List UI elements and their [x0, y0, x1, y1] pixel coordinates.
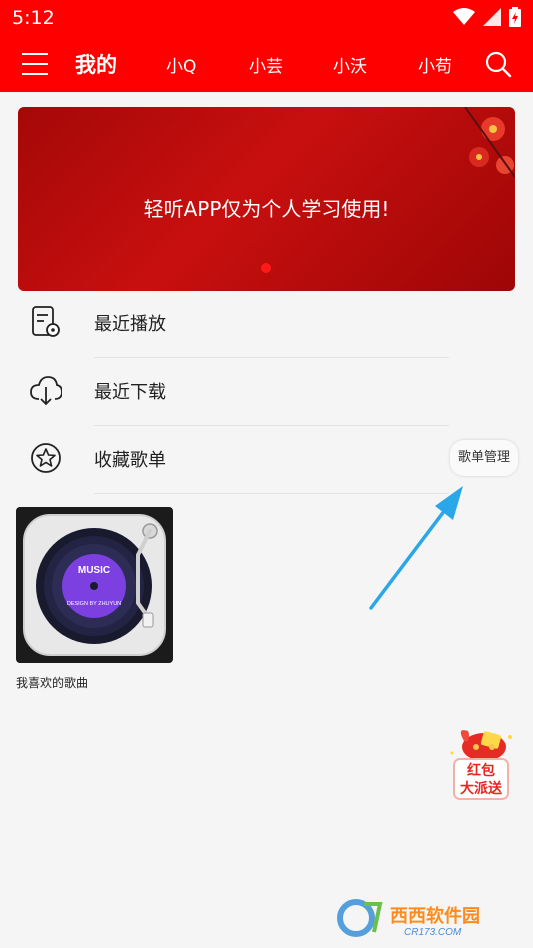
- recent-play-icon: [32, 306, 60, 337]
- playlist-cover[interactable]: MUSIC DESIGN BY ZHUYUN: [16, 507, 173, 663]
- tab-xiaogou[interactable]: 小苟: [418, 52, 452, 77]
- status-time: 5:12: [12, 7, 55, 29]
- red-packet-badge[interactable]: 红包 大派送: [446, 727, 516, 801]
- menu-item-recent-download[interactable]: 最近下载: [0, 358, 533, 426]
- download-icon: [30, 376, 62, 406]
- status-icons: [453, 7, 521, 27]
- playlist-manage-button[interactable]: 歌单管理: [450, 440, 518, 476]
- menu-label-favorite-playlists: 收藏歌单: [94, 450, 166, 471]
- status-bar: 5:12: [0, 0, 533, 36]
- search-icon[interactable]: [484, 50, 512, 78]
- banner-text: 轻听APP仅为个人学习使用!: [143, 197, 390, 221]
- pointer-arrow-icon: [369, 486, 463, 610]
- menu-icon[interactable]: [22, 53, 48, 75]
- cover-text-main: MUSIC: [78, 565, 110, 576]
- banner-indicator: [261, 263, 271, 273]
- plum-blossom-icon: [464, 107, 515, 178]
- cover-text-sub: DESIGN BY ZHUYUN: [67, 601, 121, 607]
- cr173-logo-icon: 西西软件园 CR173.COM: [337, 899, 480, 938]
- playlist-title[interactable]: 我喜欢的歌曲: [16, 674, 88, 691]
- banner[interactable]: 轻听APP仅为个人学习使用!: [18, 107, 515, 291]
- battery-icon: [509, 7, 521, 27]
- tab-xiaowo[interactable]: 小沃: [333, 52, 367, 77]
- watermark-logo: 西西软件园 CR173.COM: [334, 898, 514, 938]
- star-icon: [31, 443, 61, 473]
- signal-icon: [483, 8, 501, 26]
- red-packet-text-line1: 红包: [467, 762, 495, 779]
- menu-label-recent-play: 最近播放: [94, 314, 166, 335]
- red-packet-text-line2: 大派送: [460, 780, 503, 797]
- watermark-text-a: 西西软件园: [390, 905, 480, 927]
- tab-xiaoq[interactable]: 小Q: [166, 52, 196, 77]
- tab-mine[interactable]: 我的: [75, 49, 117, 79]
- vinyl-disc-icon: MUSIC DESIGN BY ZHUYUN: [23, 514, 166, 656]
- menu-item-recent-play[interactable]: 最近播放: [0, 290, 533, 358]
- app-bar: 我的 小Q 小芸 小沃 小苟: [0, 36, 533, 92]
- red-packet-icon: 红包 大派送: [450, 730, 512, 800]
- wifi-icon: [453, 8, 475, 25]
- tab-xiaoyun[interactable]: 小芸: [249, 52, 283, 77]
- menu-label-recent-download: 最近下载: [94, 382, 166, 403]
- watermark-text-b: CR173.COM: [404, 927, 462, 938]
